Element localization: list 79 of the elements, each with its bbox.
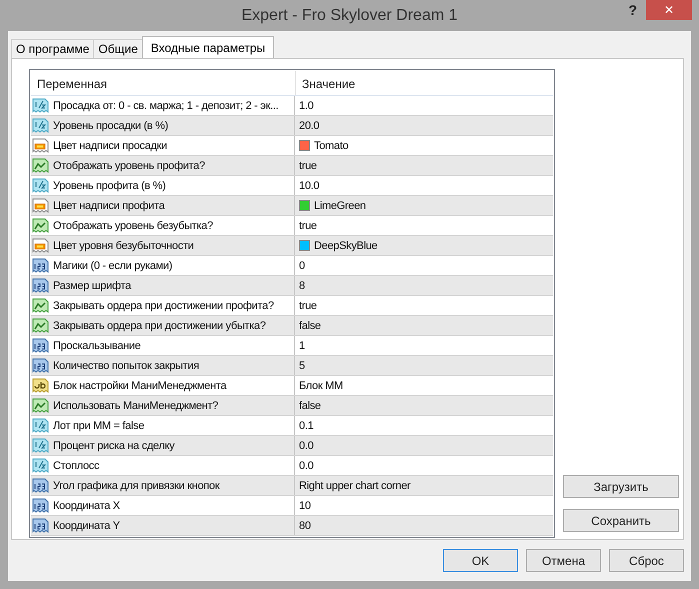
parameter-value[interactable]: 1 xyxy=(299,340,305,352)
int-parameter-icon xyxy=(32,358,49,374)
int-parameter-icon xyxy=(32,478,49,494)
parameter-name: Цвет уровня безубыточности xyxy=(53,240,194,252)
parameter-value[interactable]: DeepSkyBlue xyxy=(314,240,378,252)
bool-parameter-icon xyxy=(32,158,49,174)
parameter-name: Цвет надписи просадки xyxy=(53,140,168,152)
parameter-name: Отображать уровень профита? xyxy=(53,160,205,172)
bool-parameter-icon xyxy=(32,298,49,314)
int-parameter-icon xyxy=(32,518,49,534)
parameter-value[interactable]: true xyxy=(299,300,317,312)
string-parameter-icon xyxy=(32,378,49,394)
parameter-value[interactable]: 10 xyxy=(299,500,311,512)
tab[interactable]: О программе xyxy=(11,39,94,58)
bool-parameter-icon xyxy=(32,398,49,414)
parameter-name: Лот при ММ = false xyxy=(53,420,144,432)
int-parameter-icon xyxy=(32,278,49,294)
parameter-name: Количество попыток закрытия xyxy=(53,360,200,372)
parameter-value[interactable]: LimeGreen xyxy=(314,200,366,212)
parameter-name: Цвет надписи профита xyxy=(53,200,165,212)
parameter-value[interactable]: false xyxy=(299,320,321,332)
parameter-value[interactable]: 80 xyxy=(299,520,311,532)
int-parameter-icon xyxy=(32,338,49,354)
parameter-name: Стоплосс xyxy=(53,460,100,472)
color-parameter-icon xyxy=(32,238,49,254)
parameter-name: Блок настройки МаниМенеджмента xyxy=(53,380,226,392)
double-parameter-icon xyxy=(32,438,49,454)
double-parameter-icon xyxy=(32,178,49,194)
parameter-name: Уровень просадки (в %) xyxy=(53,120,168,132)
close-button[interactable]: ✕ xyxy=(646,0,692,20)
parameter-value[interactable]: 10.0 xyxy=(299,180,320,192)
int-parameter-icon xyxy=(32,258,49,274)
color-parameter-icon xyxy=(32,198,49,214)
parameter-value[interactable]: true xyxy=(299,220,317,232)
parameter-name: Координата X xyxy=(53,500,120,512)
double-parameter-icon xyxy=(32,418,49,434)
bool-parameter-icon xyxy=(32,218,49,234)
tab[interactable]: Общие xyxy=(93,39,143,58)
parameter-value[interactable]: 1.0 xyxy=(299,100,314,112)
parameter-name: Использовать МаниМенеджмент? xyxy=(53,400,218,412)
parameter-name: Размер шрифта xyxy=(53,280,131,292)
parameter-value[interactable]: 5 xyxy=(299,360,305,372)
int-parameter-icon xyxy=(32,498,49,514)
parameter-name: Закрывать ордера при достижении профита? xyxy=(53,300,274,312)
parameter-name: Процент риска на сделку xyxy=(53,440,174,452)
parameter-value[interactable]: false xyxy=(299,400,321,412)
side-button[interactable]: Загрузить xyxy=(563,475,679,498)
dialog-button[interactable]: Отмена xyxy=(526,549,601,572)
side-button[interactable]: Сохранить xyxy=(563,509,679,532)
window-title: Expert - Fro Skylover Dream 1 xyxy=(241,6,458,24)
dialog-button[interactable]: Сброс xyxy=(609,549,684,572)
parameter-name: Просадка от: 0 - св. маржа; 1 - депозит; 2 - эк... xyxy=(53,100,278,112)
parameter-name: Координата Y xyxy=(53,520,120,532)
color-parameter-icon xyxy=(32,138,49,154)
double-parameter-icon xyxy=(32,458,49,474)
tab[interactable]: Входные параметры xyxy=(142,36,274,58)
parameter-value[interactable]: 0.0 xyxy=(299,460,314,472)
parameter-value[interactable]: Tomato xyxy=(314,140,348,152)
parameter-name: Магики (0 - если руками) xyxy=(53,260,172,272)
parameter-value[interactable]: 0.0 xyxy=(299,440,314,452)
column-header[interactable]: Переменная xyxy=(31,71,295,95)
dialog-button[interactable]: OK xyxy=(443,549,518,572)
parameter-value[interactable]: Right upper chart corner xyxy=(299,480,410,492)
parameter-name: Проскальзывание xyxy=(53,340,141,352)
parameter-value[interactable]: 20.0 xyxy=(299,120,320,132)
parameter-value[interactable]: Блок ММ xyxy=(299,380,343,392)
bool-parameter-icon xyxy=(32,318,49,334)
parameter-value[interactable]: 0 xyxy=(299,260,305,272)
column-header[interactable]: Значение xyxy=(295,71,553,95)
parameter-name: Угол графика для привязки кнопок xyxy=(53,480,220,492)
parameter-value[interactable]: true xyxy=(299,160,317,172)
double-parameter-icon xyxy=(32,98,49,114)
parameter-name: Закрывать ордера при достижении убытка? xyxy=(53,320,266,332)
parameter-value[interactable]: 0.1 xyxy=(299,420,314,432)
parameter-value[interactable]: 8 xyxy=(299,280,305,292)
parameter-name: Уровень профита (в %) xyxy=(53,180,166,192)
help-button[interactable]: ? xyxy=(628,2,637,18)
double-parameter-icon xyxy=(32,118,49,134)
parameter-name: Отображать уровень безубытка? xyxy=(53,220,213,232)
